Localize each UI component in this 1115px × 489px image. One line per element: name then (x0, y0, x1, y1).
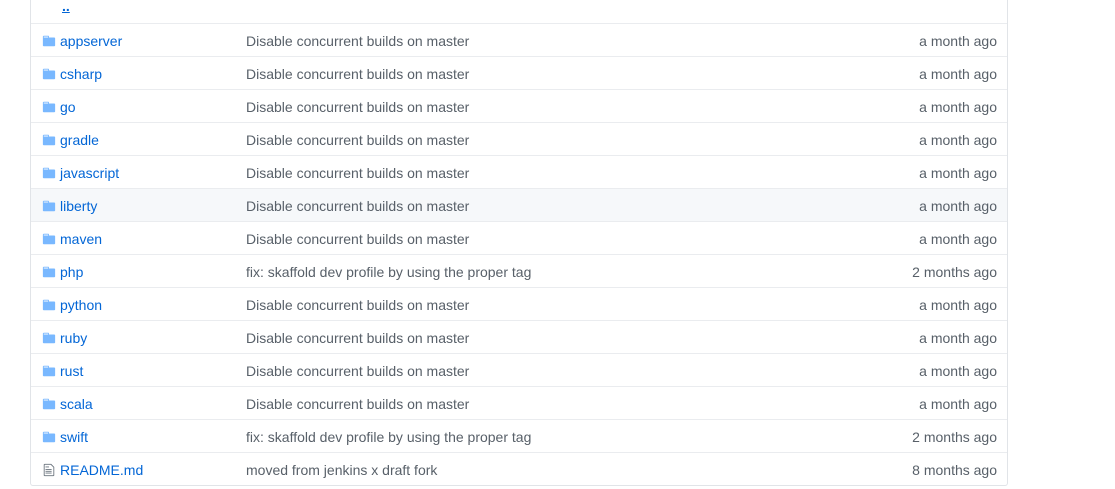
commit-age: a month ago (919, 132, 997, 148)
table-row[interactable]: php fix: skaffold dev profile by using t… (31, 254, 1007, 287)
table-row[interactable]: go Disable concurrent builds on master a… (31, 89, 1007, 122)
table-row[interactable]: liberty Disable concurrent builds on mas… (31, 188, 1007, 221)
commit-age: a month ago (919, 330, 997, 346)
commit-age: a month ago (919, 231, 997, 247)
table-row[interactable]: swift fix: skaffold dev profile by using… (31, 419, 1007, 452)
folder-icon (42, 134, 56, 146)
table-row[interactable]: scala Disable concurrent builds on maste… (31, 386, 1007, 419)
table-row[interactable]: python Disable concurrent builds on mast… (31, 287, 1007, 320)
commit-message-link[interactable]: Disable concurrent builds on master (246, 64, 469, 84)
parent-directory-link[interactable]: .. (62, 0, 70, 16)
commit-age: a month ago (919, 66, 997, 82)
file-name-link[interactable]: go (60, 97, 76, 117)
parent-directory-row[interactable]: .. (31, 0, 1007, 23)
folder-icon (42, 68, 56, 80)
folder-icon (42, 233, 56, 245)
file-list-table: .. appserver Disable concurrent builds o… (30, 0, 1008, 486)
folder-icon (42, 35, 56, 47)
file-name-link[interactable]: csharp (60, 64, 102, 84)
commit-age: a month ago (919, 198, 997, 214)
folder-icon (42, 299, 56, 311)
commit-age: a month ago (919, 33, 997, 49)
folder-icon (42, 167, 56, 179)
commit-message-link[interactable]: Disable concurrent builds on master (246, 229, 469, 249)
commit-age: 8 months ago (912, 462, 997, 478)
folder-icon (42, 101, 56, 113)
commit-message-link[interactable]: Disable concurrent builds on master (246, 97, 469, 117)
commit-message-link[interactable]: Disable concurrent builds on master (246, 295, 469, 315)
commit-age: a month ago (919, 396, 997, 412)
table-row[interactable]: rust Disable concurrent builds on master… (31, 353, 1007, 386)
commit-age: a month ago (919, 363, 997, 379)
folder-icon (42, 365, 56, 377)
commit-age: 2 months ago (912, 264, 997, 280)
file-name-link[interactable]: python (60, 295, 102, 315)
commit-age: 2 months ago (912, 429, 997, 445)
file-name-link[interactable]: gradle (60, 130, 99, 150)
file-name-link[interactable]: README.md (60, 460, 143, 480)
folder-icon (42, 332, 56, 344)
file-name-link[interactable]: liberty (60, 196, 97, 216)
file-name-link[interactable]: javascript (60, 163, 119, 183)
table-row[interactable]: maven Disable concurrent builds on maste… (31, 221, 1007, 254)
file-name-link[interactable]: scala (60, 394, 93, 414)
commit-age: a month ago (919, 297, 997, 313)
file-name-link[interactable]: maven (60, 229, 102, 249)
commit-message-link[interactable]: Disable concurrent builds on master (246, 361, 469, 381)
file-name-link[interactable]: swift (60, 427, 88, 447)
commit-message-link[interactable]: Disable concurrent builds on master (246, 130, 469, 150)
file-name-link[interactable]: appserver (60, 31, 122, 51)
table-row[interactable]: csharp Disable concurrent builds on mast… (31, 56, 1007, 89)
commit-message-link[interactable]: Disable concurrent builds on master (246, 163, 469, 183)
table-row[interactable]: ruby Disable concurrent builds on master… (31, 320, 1007, 353)
commit-message-link[interactable]: fix: skaffold dev profile by using the p… (246, 427, 531, 447)
file-name-link[interactable]: ruby (60, 328, 87, 348)
commit-message-link[interactable]: Disable concurrent builds on master (246, 328, 469, 348)
commit-age: a month ago (919, 99, 997, 115)
table-row[interactable]: gradle Disable concurrent builds on mast… (31, 122, 1007, 155)
folder-icon (42, 266, 56, 278)
folder-icon (42, 398, 56, 410)
commit-message-link[interactable]: fix: skaffold dev profile by using the p… (246, 262, 531, 282)
file-name-link[interactable]: rust (60, 361, 83, 381)
folder-icon (42, 431, 56, 443)
file-icon (43, 463, 55, 477)
table-row[interactable]: appserver Disable concurrent builds on m… (31, 23, 1007, 56)
commit-age: a month ago (919, 165, 997, 181)
commit-message-link[interactable]: moved from jenkins x draft fork (246, 460, 437, 480)
commit-message-link[interactable]: Disable concurrent builds on master (246, 31, 469, 51)
table-row[interactable]: README.md moved from jenkins x draft for… (31, 452, 1007, 485)
commit-message-link[interactable]: Disable concurrent builds on master (246, 394, 469, 414)
commit-message-link[interactable]: Disable concurrent builds on master (246, 196, 469, 216)
file-name-link[interactable]: php (60, 262, 83, 282)
folder-icon (42, 200, 56, 212)
table-row[interactable]: javascript Disable concurrent builds on … (31, 155, 1007, 188)
